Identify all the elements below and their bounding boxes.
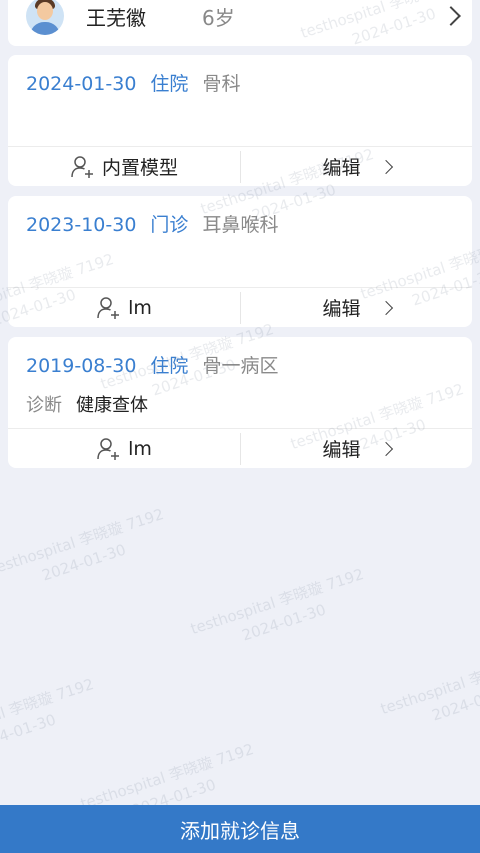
visit-department: 骨一病区 [202,355,279,377]
edit-label: 编辑 [322,298,361,320]
doctor-button[interactable]: lm [8,437,240,461]
visit-card[interactable]: 2023-10-30 门诊 耳鼻喉科 lm 编辑 [8,196,472,327]
chevron-right-icon[interactable] [441,6,461,26]
user-add-icon [71,155,93,178]
visit-department: 耳鼻喉科 [202,214,279,236]
edit-label: 编辑 [322,439,361,461]
visit-date: 2023-10-30 [26,214,137,236]
doctor-button[interactable]: 内置模型 [8,153,240,180]
doctor-name: lm [128,296,152,319]
patient-card[interactable]: 王芜徽 6岁 [8,0,472,46]
visit-type: 住院 [150,355,189,377]
visit-actions: lm 编辑 [8,429,472,468]
visit-actions: lm 编辑 [8,288,472,327]
visit-header: 2024-01-30 住院 骨科 [26,69,240,96]
doctor-name: lm [128,437,152,460]
chevron-right-icon [378,441,393,456]
watermark: testhospital 李晓璇 71922024-01-30 [378,645,480,725]
visit-date: 2019-08-30 [26,355,137,377]
watermark: testhospital 李晓璇 71922024-01-30 [0,505,166,585]
patient-name: 王芜徽 [86,5,146,30]
visit-header: 2019-08-30 住院 骨一病区 [26,351,278,378]
edit-label: 编辑 [322,157,361,179]
user-add-icon [97,437,120,460]
visit-header: 2023-10-30 门诊 耳鼻喉科 [26,210,278,237]
visit-card[interactable]: 2024-01-30 住院 骨科 内置模型 编辑 [8,55,472,186]
visit-type: 门诊 [150,214,189,236]
chevron-right-icon [378,300,393,315]
edit-button[interactable]: 编辑 [241,435,472,462]
edit-button[interactable]: 编辑 [241,294,472,321]
avatar [26,0,64,35]
edit-button[interactable]: 编辑 [241,153,472,180]
visit-type: 住院 [150,73,189,95]
visit-department: 骨科 [202,73,241,95]
visit-date: 2024-01-30 [26,73,137,95]
visit-actions: 内置模型 编辑 [8,147,472,186]
watermark: testhospital 李晓璇 71922024-01-30 [0,675,96,755]
diagnosis-label: 诊断 [26,395,62,416]
diagnosis-value: 健康查体 [76,395,148,416]
doctor-name: 内置模型 [101,157,178,179]
visit-card[interactable]: 2019-08-30 住院 骨一病区 诊断 健康查体 lm 编辑 [8,337,472,468]
user-add-icon [97,296,120,319]
add-visit-button[interactable]: 添加就诊信息 [0,805,480,853]
patient-age: 6岁 [202,5,235,30]
watermark: testhospital 李晓璇 71922024-01-30 [188,565,366,645]
chevron-right-icon [378,159,393,174]
diagnosis-row: 诊断 健康查体 [26,391,148,417]
doctor-button[interactable]: lm [8,296,240,320]
